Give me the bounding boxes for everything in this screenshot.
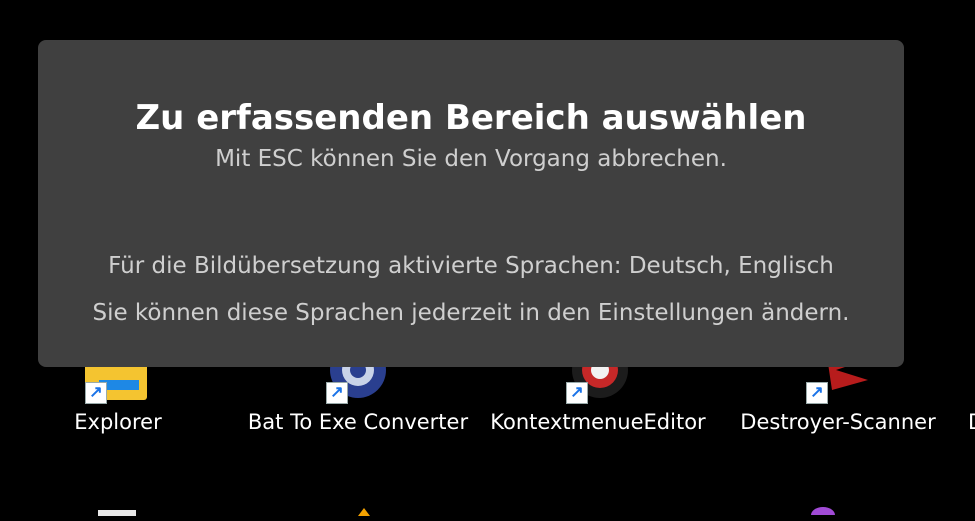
esc-hint-text: Mit ESC können Sie den Vorgang abbrechen…: [215, 146, 727, 172]
partial-icon-row2-3: [808, 502, 838, 521]
overlay-title: Zu erfassenden Bereich auswählen: [135, 98, 807, 138]
languages-text: Für die Bildübersetzung aktivierte Sprac…: [108, 253, 834, 279]
desktop-icon-label: KontextmenueEditor: [490, 410, 706, 434]
capture-overlay-panel: Zu erfassenden Bereich auswählen Mit ESC…: [38, 40, 904, 367]
shortcut-arrow-icon: ↗: [806, 382, 828, 404]
desktop-icon-label: Explorer: [74, 410, 162, 434]
desktop-icon-label: Bat To Exe Converter: [247, 410, 469, 434]
partial-icon-row2-1: [98, 503, 138, 516]
shortcut-arrow-icon: ↗: [326, 382, 348, 404]
desktop-icon-label: Destroyer-Scanner: [740, 410, 936, 434]
shortcut-arrow-icon: ↗: [85, 382, 107, 404]
desktop-icon-partial[interactable]: D: [968, 330, 975, 450]
settings-hint-text: Sie können diese Sprachen jederzeit in d…: [92, 300, 850, 326]
shortcut-arrow-icon: ↗: [566, 382, 588, 404]
partial-icon-row2-2: [348, 503, 378, 516]
desktop-icon-label: D: [968, 410, 975, 434]
